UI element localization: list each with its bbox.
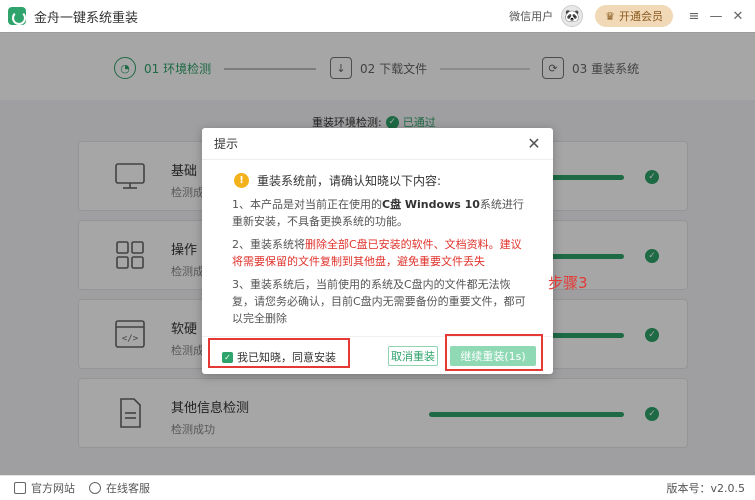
vip-button[interactable]: ♛ 开通会员 [595, 5, 673, 27]
footer: 官方网站 在线客服 版本号：v2.0.5 [0, 475, 755, 500]
dialog-close-icon[interactable]: ✕ [525, 134, 543, 153]
website-label: 官方网站 [31, 482, 75, 495]
version-text: 版本号：v2.0.5 [666, 482, 746, 495]
highlight-agree [208, 338, 350, 368]
app-title: 金舟一键系统重装 [34, 10, 139, 26]
support-link[interactable]: 在线客服 [89, 480, 150, 496]
avatar[interactable]: 🐼 [561, 5, 584, 27]
warning-text: 重装系统前，请确认知晓以下内容: [257, 174, 442, 188]
minimize-icon[interactable]: — [705, 5, 727, 27]
dialog-warning: ! 重装系统前，请确认知晓以下内容: [234, 172, 441, 189]
dialog-title: 提示 [214, 137, 239, 151]
title-bar: 金舟一键系统重装 微信用户 🐼 ♛ 开通会员 ≡ — ✕ [0, 0, 755, 32]
home-icon [14, 482, 26, 494]
notice-3: 3、重装系统后，当前使用的系统及C盘内的文件都无法恢复，请您务必确认，目前C盘内… [232, 278, 526, 325]
notice-2: 2、重装系统将删除全部C盘已安装的软件、文档资料。建议将需要保留的文件复制到其他… [232, 238, 522, 268]
crown-icon: ♛ [605, 9, 615, 23]
warning-icon: ! [234, 173, 249, 188]
close-icon[interactable]: ✕ [727, 5, 749, 27]
support-label: 在线客服 [106, 482, 150, 495]
headset-icon [89, 482, 101, 494]
notice-1: 1、本产品是对当前正在使用的C盘 Windows 10系统进行重新安装，不具备更… [232, 198, 524, 228]
app-logo-icon [8, 7, 26, 25]
dialog-body: 1、本产品是对当前正在使用的C盘 Windows 10系统进行重新安装，不具备更… [232, 196, 530, 333]
step-annotation: 步骤3 [548, 274, 588, 292]
dialog-header: 提示 ✕ [202, 128, 553, 160]
website-link[interactable]: 官方网站 [14, 480, 75, 496]
vip-label: 开通会员 [619, 10, 663, 23]
highlight-continue [445, 334, 543, 371]
user-name[interactable]: 微信用户 [509, 8, 553, 24]
cancel-reinstall-button[interactable]: 取消重装 [388, 346, 438, 366]
menu-icon[interactable]: ≡ [683, 5, 705, 27]
